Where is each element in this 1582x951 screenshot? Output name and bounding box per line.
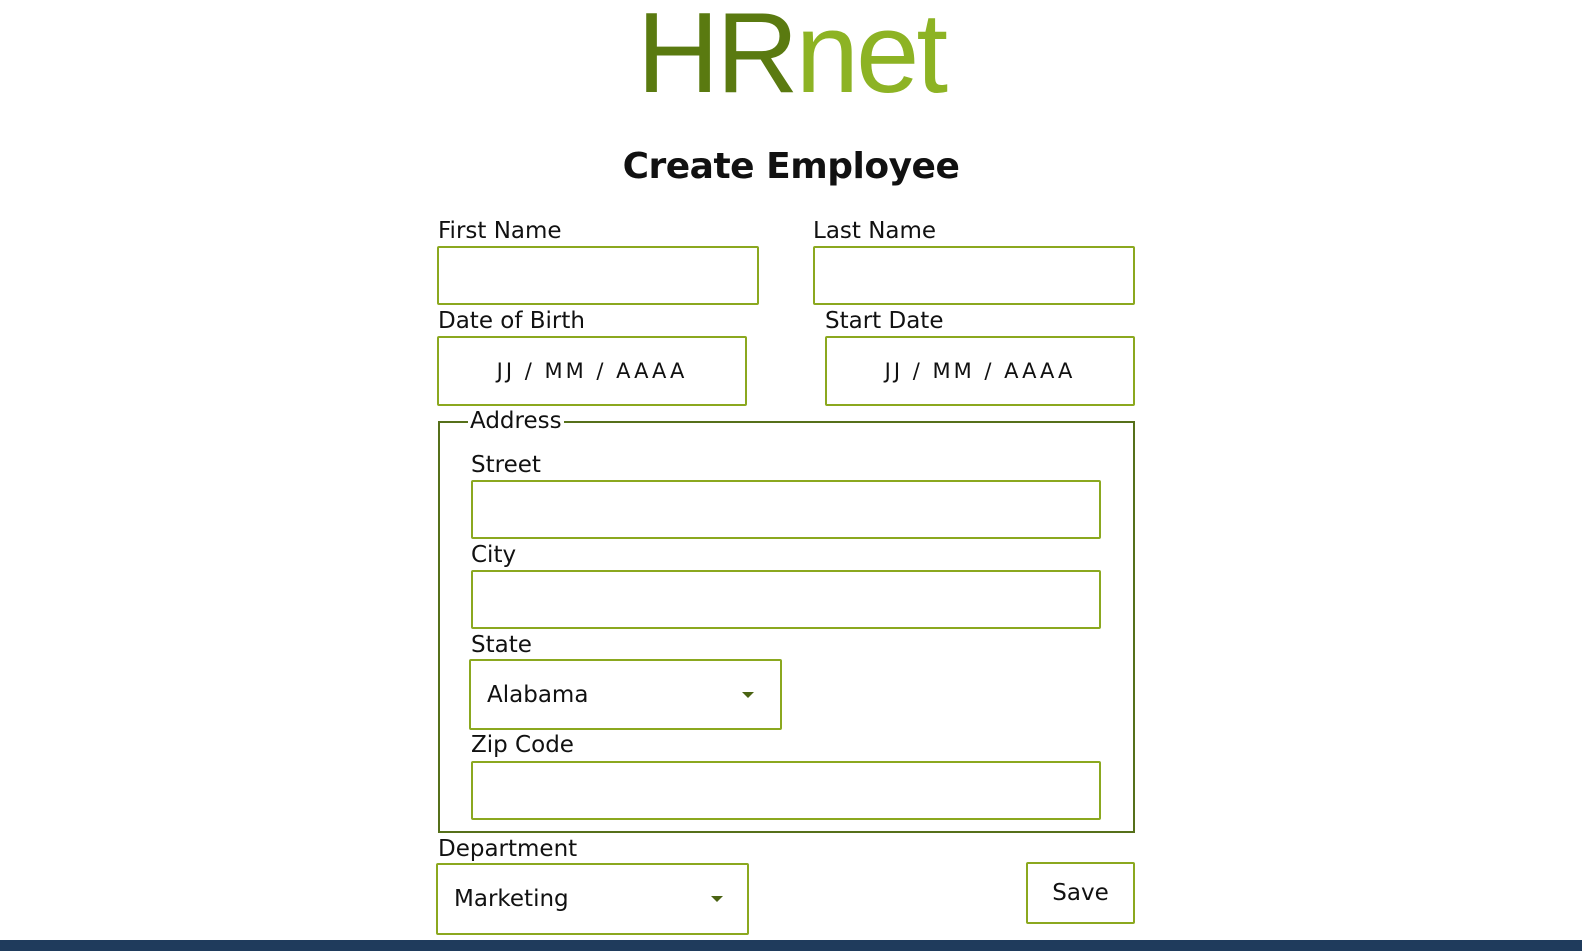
start-date-input[interactable]: JJ / MM / AAAA [825, 336, 1135, 406]
caret-down-icon [742, 691, 754, 698]
logo-hr-text: HR [636, 0, 799, 117]
address-legend: Address [468, 407, 564, 435]
city-input[interactable] [471, 570, 1101, 629]
zip-code-input[interactable] [471, 761, 1101, 820]
department-select[interactable]: Marketing [436, 863, 749, 935]
department-label: Department [438, 836, 578, 862]
state-select[interactable]: Alabama [469, 659, 782, 730]
state-label: State [471, 632, 532, 658]
street-label: Street [471, 452, 541, 478]
first-name-label: First Name [438, 218, 562, 244]
create-employee-page: HRnet Create Employee First Name Last Na… [0, 0, 1582, 951]
page-title: Create Employee [622, 146, 960, 187]
logo-net-text: net [795, 0, 948, 117]
bottom-border-bar [0, 940, 1582, 951]
city-label: City [471, 542, 517, 568]
street-input[interactable] [471, 480, 1101, 539]
caret-down-icon [711, 896, 723, 902]
state-selected-value: Alabama [487, 681, 589, 708]
start-date-label: Start Date [825, 308, 944, 334]
last-name-label: Last Name [813, 218, 937, 244]
date-of-birth-label: Date of Birth [438, 308, 585, 334]
date-of-birth-input[interactable]: JJ / MM / AAAA [437, 336, 747, 406]
last-name-input[interactable] [813, 246, 1135, 305]
first-name-input[interactable] [437, 246, 759, 305]
start-date-placeholder: JJ / MM / AAAA [884, 359, 1076, 383]
department-selected-value: Marketing [454, 886, 569, 912]
save-button[interactable]: Save [1026, 862, 1135, 924]
date-of-birth-placeholder: JJ / MM / AAAA [496, 359, 688, 383]
zip-code-label: Zip Code [471, 732, 574, 758]
hrnet-logo: HRnet [0, 0, 1582, 114]
